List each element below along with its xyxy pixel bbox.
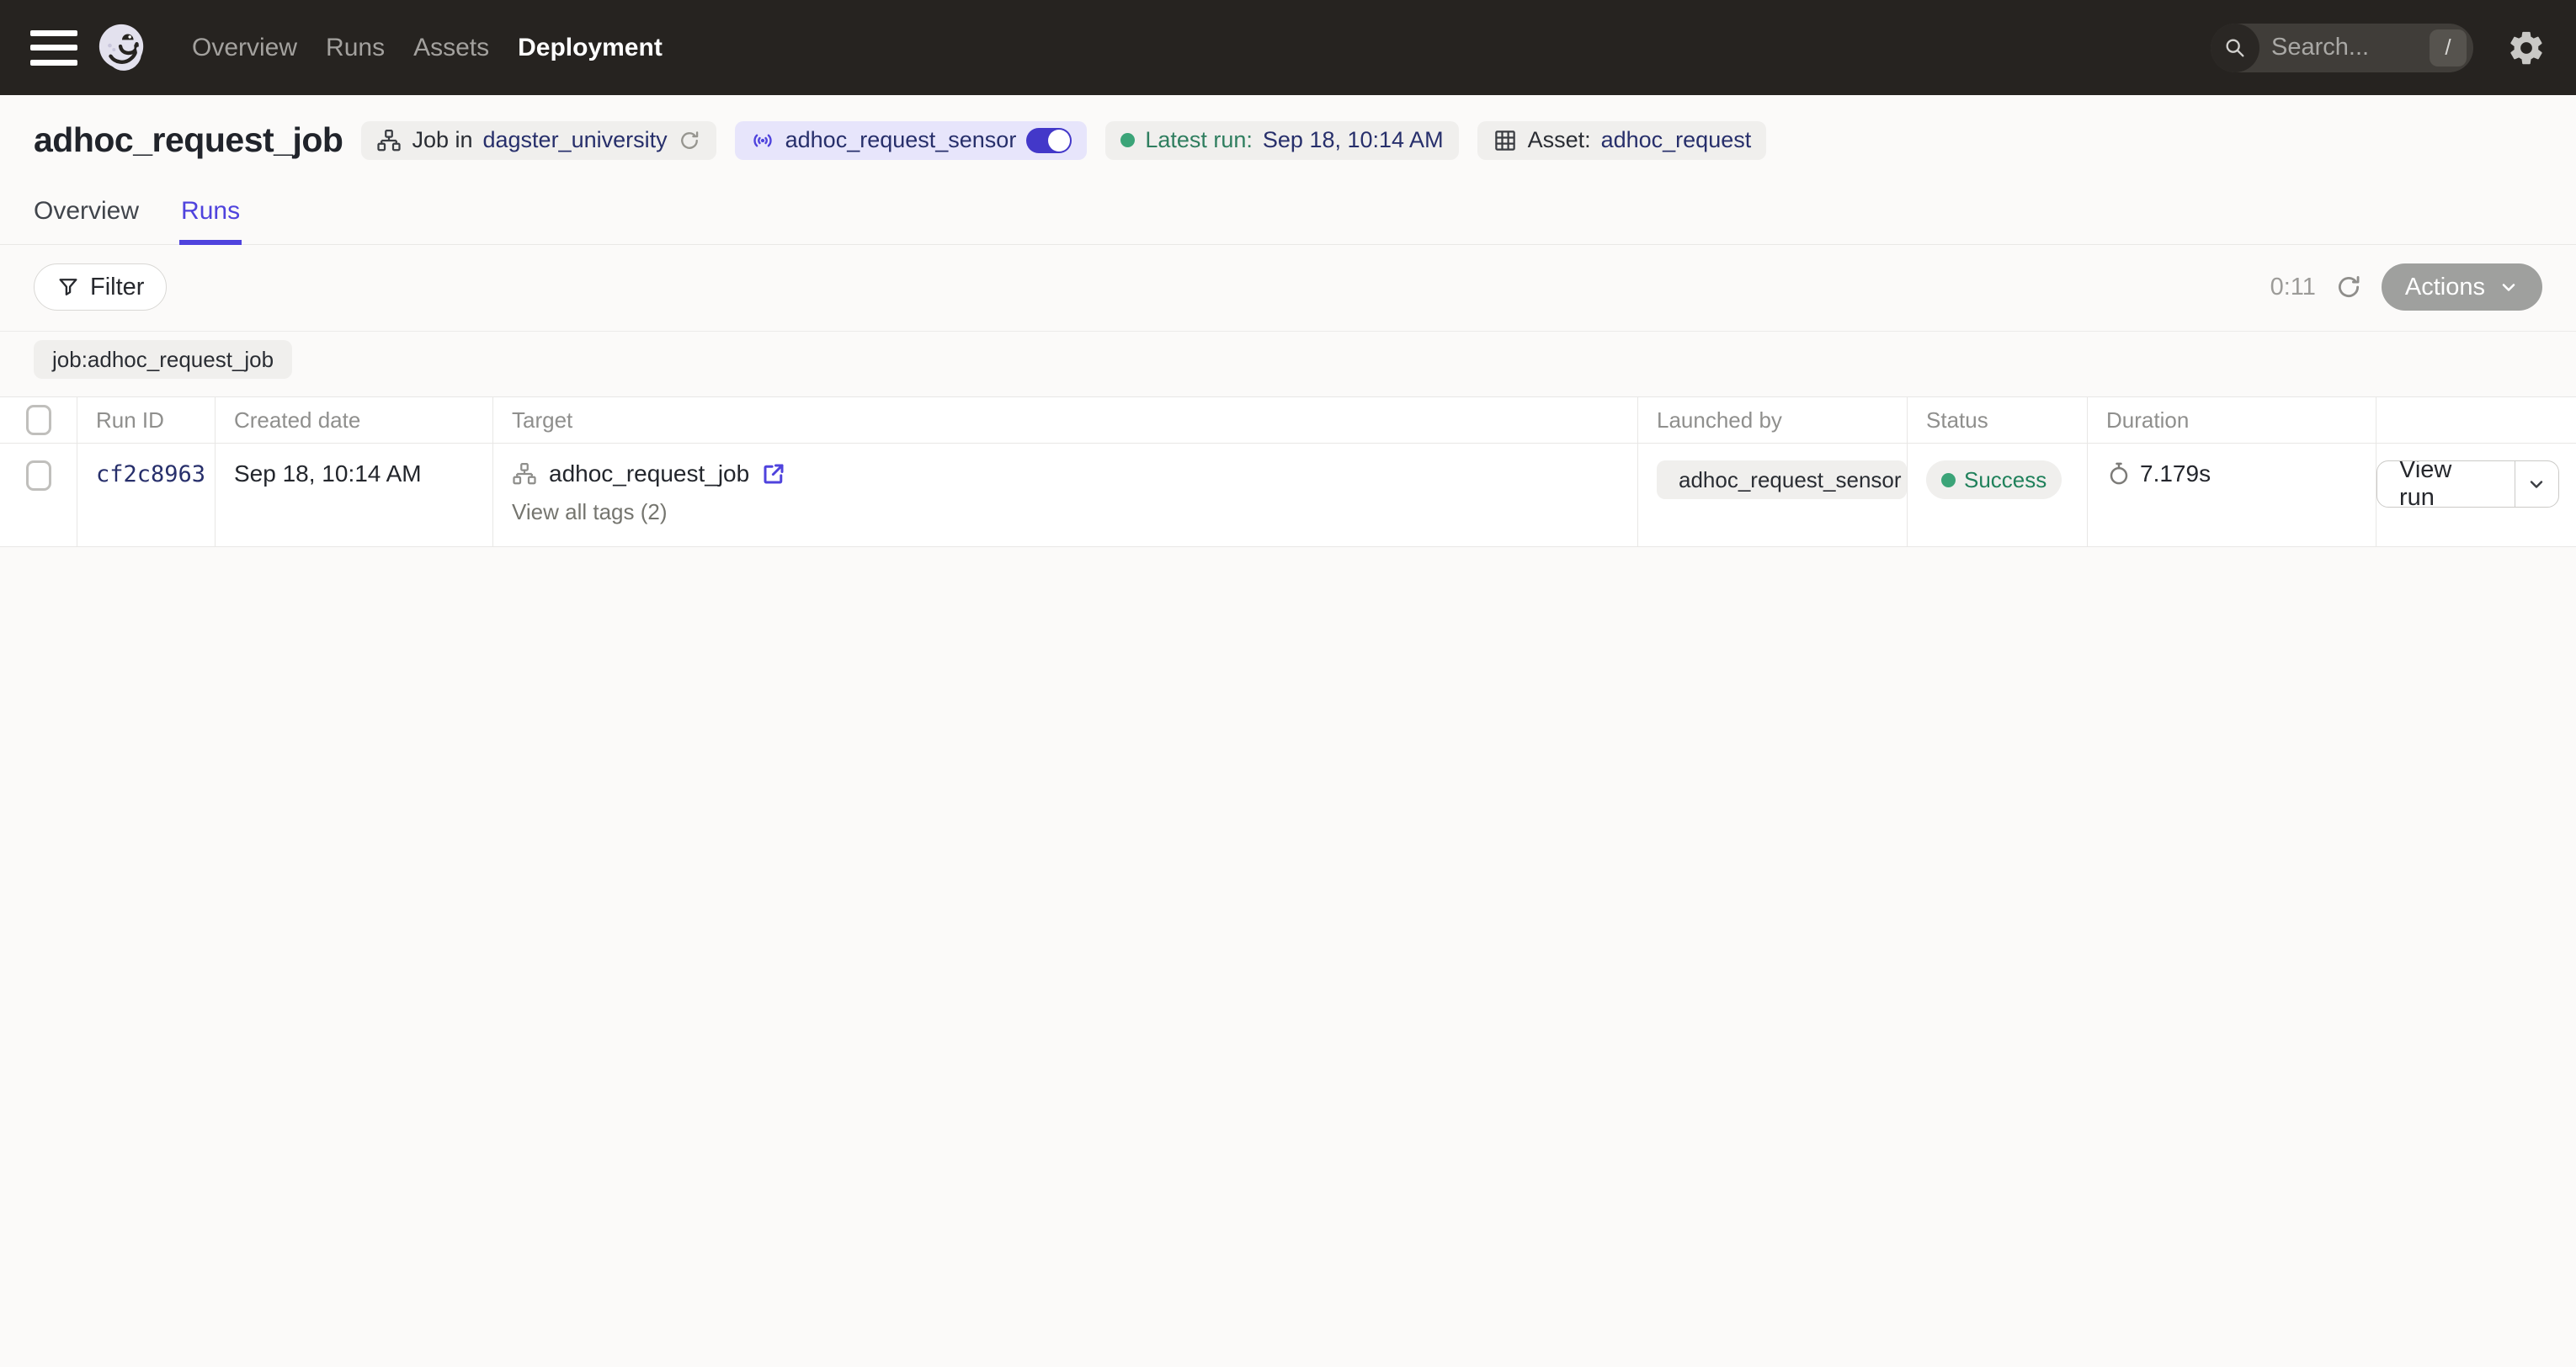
chevron-down-icon <box>2526 474 2547 494</box>
nav-item-runs[interactable]: Runs <box>326 34 385 62</box>
sensor-tag: adhoc_request_sensor <box>735 121 1088 160</box>
actions-button-label: Actions <box>2405 274 2485 301</box>
latest-run-label: Latest run: <box>1145 127 1253 153</box>
hamburger-menu-icon[interactable] <box>30 30 77 66</box>
view-run-caret-button[interactable] <box>2515 461 2558 507</box>
page-header: adhoc_request_job Job in dagster_univers… <box>0 95 2576 160</box>
sensor-toggle[interactable] <box>1026 128 1072 153</box>
job-location-tag: Job in dagster_university <box>361 121 716 160</box>
view-all-tags-link[interactable]: View all tags (2) <box>512 499 1637 525</box>
column-header-run-id: Run ID <box>77 397 216 443</box>
job-tag-text: Job in <box>412 127 472 153</box>
latest-run-tag: Latest run: Sep 18, 10:14 AM <box>1105 121 1458 160</box>
row-checkbox[interactable] <box>26 460 51 491</box>
stopwatch-icon <box>2106 461 2132 487</box>
global-search[interactable]: / <box>2211 24 2473 72</box>
launched-by-tag[interactable]: adhoc_request_sensor <box>1657 460 1907 499</box>
code-location-link[interactable]: dagster_university <box>483 127 668 153</box>
asset-link[interactable]: adhoc_request <box>1601 127 1752 153</box>
column-header-target: Target <box>493 397 1638 443</box>
nav-item-deployment[interactable]: Deployment <box>518 34 663 62</box>
search-icon <box>2211 24 2259 72</box>
column-header-status: Status <box>1908 397 2088 443</box>
reload-location-icon[interactable] <box>678 129 701 152</box>
applied-filter-chip[interactable]: job:adhoc_request_job <box>34 340 292 379</box>
target-job-name: adhoc_request_job <box>549 460 749 487</box>
tab-bar: Overview Runs <box>0 197 2576 245</box>
search-input[interactable] <box>2259 34 2430 61</box>
job-icon <box>512 461 537 487</box>
column-header-launched-by: Launched by <box>1638 397 1908 443</box>
funnel-icon <box>56 275 80 299</box>
column-header-duration: Duration <box>2088 397 2376 443</box>
status-dot <box>1941 473 1956 487</box>
table-header-row: Run ID Created date Target Launched by S… <box>0 397 2576 444</box>
external-link-icon[interactable] <box>761 461 786 487</box>
filter-button-label: Filter <box>90 274 144 301</box>
nav-item-assets[interactable]: Assets <box>413 34 489 62</box>
actions-button[interactable]: Actions <box>2382 263 2542 311</box>
runs-table: Run ID Created date Target Launched by S… <box>0 396 2576 547</box>
asset-grid-icon <box>1493 128 1518 153</box>
runs-toolbar: Filter 0:11 Actions <box>0 245 2576 332</box>
nav-links: Overview Runs Assets Deployment <box>192 34 663 62</box>
job-icon <box>376 128 402 153</box>
duration-value: 7.179s <box>2140 460 2211 487</box>
asset-tag: Asset: adhoc_request <box>1477 121 1767 160</box>
settings-gear-icon[interactable] <box>2507 29 2546 67</box>
page-title: adhoc_request_job <box>34 120 343 160</box>
column-header-created-date: Created date <box>216 397 493 443</box>
created-date-cell: Sep 18, 10:14 AM <box>216 444 493 546</box>
status-badge: Success <box>1926 460 2062 499</box>
tab-overview[interactable]: Overview <box>34 197 139 244</box>
top-nav: Overview Runs Assets Deployment / <box>0 0 2576 95</box>
status-text: Success <box>1964 467 2046 493</box>
sensor-icon <box>750 128 775 153</box>
nav-item-overview[interactable]: Overview <box>192 34 297 62</box>
search-shortcut-badge: / <box>2430 29 2467 66</box>
view-run-split-button: View run <box>2376 460 2559 508</box>
dagster-logo-icon[interactable] <box>96 22 148 74</box>
run-id-link[interactable]: cf2c8963 <box>96 461 205 487</box>
chevron-down-icon <box>2499 277 2519 297</box>
latest-run-time-link[interactable]: Sep 18, 10:14 AM <box>1263 127 1444 153</box>
select-all-checkbox[interactable] <box>26 405 51 435</box>
column-header-actions <box>2376 397 2576 443</box>
sensor-link[interactable]: adhoc_request_sensor <box>785 127 1017 153</box>
latest-run-status-dot <box>1120 133 1135 147</box>
filter-button[interactable]: Filter <box>34 263 167 311</box>
launched-by-name: adhoc_request_sensor <box>1679 467 1902 493</box>
refresh-countdown: 0:11 <box>2270 274 2316 301</box>
view-run-button[interactable]: View run <box>2377 461 2515 507</box>
refresh-icon[interactable] <box>2334 273 2363 301</box>
tab-runs[interactable]: Runs <box>181 197 240 244</box>
asset-tag-label: Asset: <box>1528 127 1591 153</box>
table-row: cf2c8963 Sep 18, 10:14 AM adhoc_request_… <box>0 444 2576 547</box>
applied-filters-row: job:adhoc_request_job <box>0 332 2576 396</box>
